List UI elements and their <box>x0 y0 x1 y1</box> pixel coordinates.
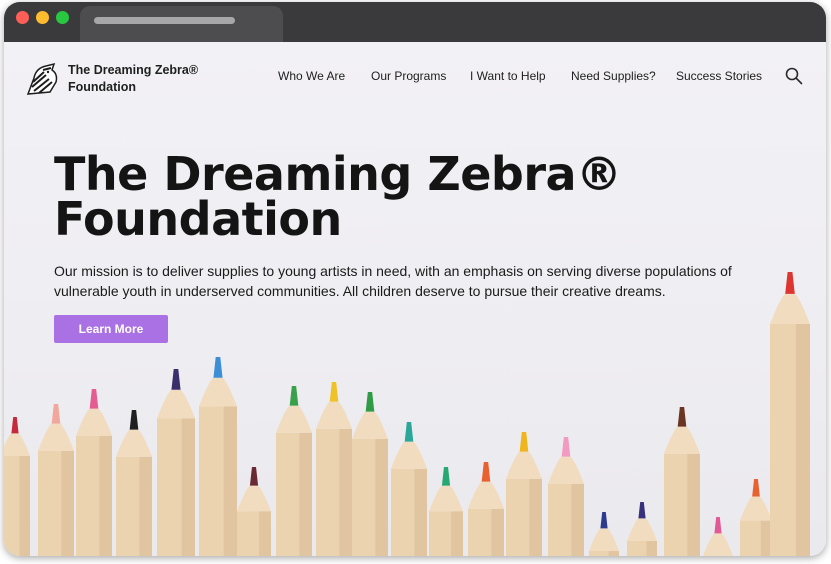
hero-title-line-2: Foundation <box>54 192 342 246</box>
maximize-window-button[interactable] <box>56 11 69 24</box>
pencil <box>352 392 388 556</box>
pencil <box>664 407 700 556</box>
pencil <box>199 357 237 556</box>
nav-our-programs[interactable]: Our Programs <box>371 69 446 83</box>
pencil <box>276 386 312 556</box>
pencil <box>116 410 152 556</box>
nav-need-supplies[interactable]: Need Supplies? <box>571 69 656 83</box>
pencil <box>429 467 463 556</box>
hero-title: The Dreaming Zebra® Foundation <box>54 147 754 246</box>
web-page: The Dreaming Zebra® Foundation Who We Ar… <box>4 42 826 556</box>
tab-title-placeholder <box>94 17 235 24</box>
browser-titlebar <box>4 2 826 42</box>
pencil <box>157 369 195 556</box>
browser-window: The Dreaming Zebra® Foundation Who We Ar… <box>4 2 826 556</box>
pencil <box>391 422 427 556</box>
pencil <box>770 272 810 556</box>
mission-text: Our mission is to deliver supplies to yo… <box>54 263 732 299</box>
pencil <box>316 382 352 556</box>
nav-who-we-are[interactable]: Who We Are <box>278 69 345 83</box>
pencil <box>627 502 657 556</box>
browser-tab[interactable] <box>80 6 283 42</box>
pencil <box>548 437 584 556</box>
pencil <box>76 389 112 556</box>
pencil <box>4 417 30 556</box>
hero-title-line-1: The Dreaming Zebra® <box>54 147 622 201</box>
learn-more-button[interactable]: Learn More <box>54 315 168 343</box>
pencil <box>740 479 772 556</box>
pencil <box>589 512 619 556</box>
nav-success-stories[interactable]: Success Stories <box>676 69 762 83</box>
pencil <box>38 404 74 556</box>
minimize-window-button[interactable] <box>36 11 49 24</box>
close-window-button[interactable] <box>16 11 29 24</box>
nav-i-want-to-help[interactable]: I Want to Help <box>470 69 546 83</box>
main-nav: Who We Are Our Programs I Want to Help N… <box>4 69 826 89</box>
pencil <box>468 462 504 556</box>
pencil <box>703 517 733 556</box>
search-icon[interactable] <box>785 67 803 85</box>
pencil <box>237 467 271 556</box>
pencil <box>506 432 542 556</box>
